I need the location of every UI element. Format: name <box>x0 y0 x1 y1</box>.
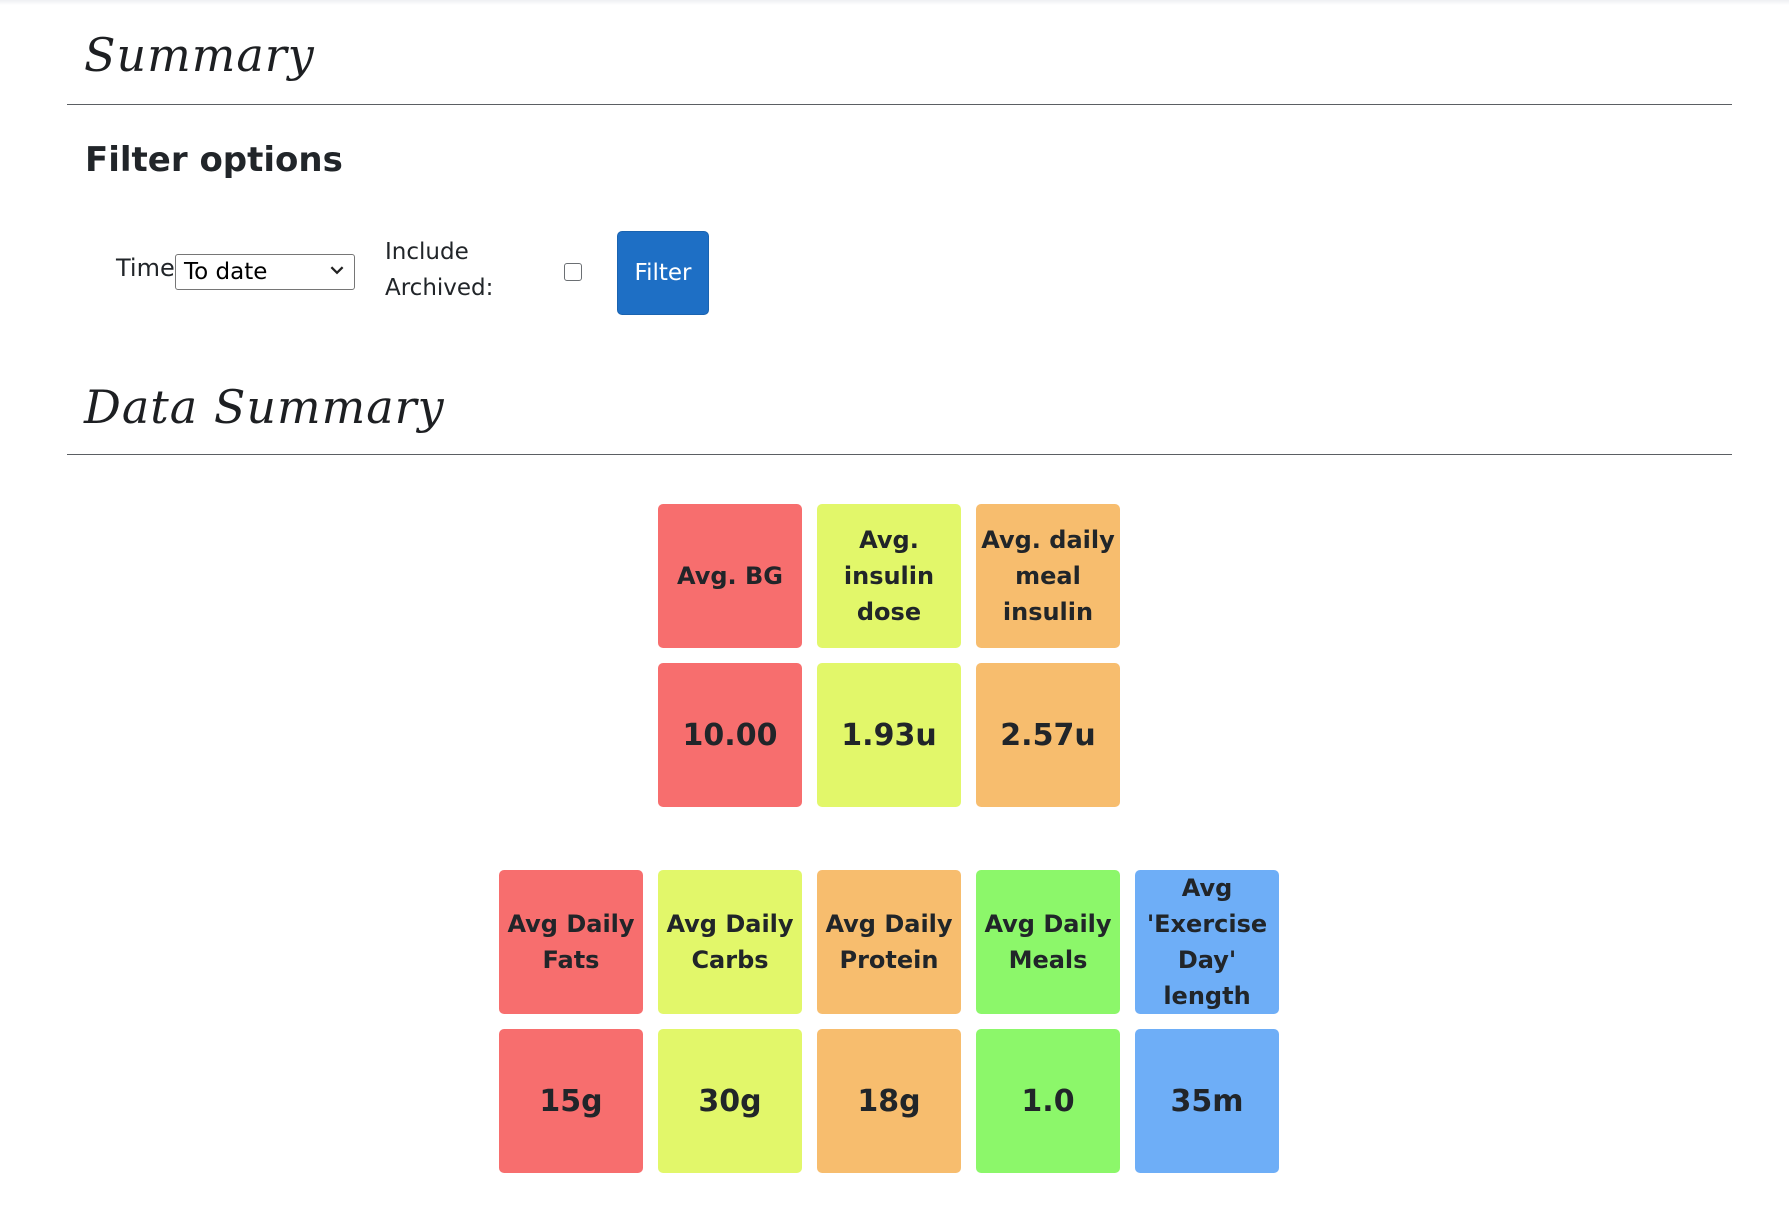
include-archived-label-line2: Archived: <box>385 275 494 301</box>
time-label: Time: <box>116 254 183 282</box>
time-select[interactable]: To date <box>175 254 355 290</box>
stat-value-avg-exercise-day-length: 35m <box>1135 1029 1279 1173</box>
stat-label-avg-bg: Avg. BG <box>658 504 802 648</box>
stat-label-avg-daily-carbs: Avg Daily Carbs <box>658 870 802 1014</box>
stat-label-avg-daily-fats: Avg Daily Fats <box>499 870 643 1014</box>
stat-label-avg-exercise-day-length: Avg 'Exercise Day' length <box>1135 870 1279 1014</box>
stat-value-avg-daily-protein: 18g <box>817 1029 961 1173</box>
filter-options-heading: Filter options <box>85 140 343 180</box>
time-select-value: To date <box>184 259 268 285</box>
data-summary-divider <box>67 454 1732 455</box>
stat-label-avg-insulin-dose: Avg. insulin dose <box>817 504 961 648</box>
stat-label-avg-daily-meal-insulin: Avg. daily meal insulin <box>976 504 1120 648</box>
summary-page: Summary Filter options Time: To date Inc… <box>0 0 1789 1230</box>
include-archived-label: Include Archived: <box>385 234 493 306</box>
data-summary-title: Data Summary <box>84 380 445 434</box>
stat-value-avg-daily-meal-insulin: 2.57u <box>976 663 1120 807</box>
chevron-down-icon <box>330 266 344 275</box>
summary-title: Summary <box>84 28 315 82</box>
include-archived-checkbox[interactable] <box>564 263 582 281</box>
filter-button[interactable]: Filter <box>617 231 709 315</box>
stat-value-avg-daily-carbs: 30g <box>658 1029 802 1173</box>
stat-value-avg-daily-fats: 15g <box>499 1029 643 1173</box>
stat-label-avg-daily-protein: Avg Daily Protein <box>817 870 961 1014</box>
summary-divider <box>67 104 1732 105</box>
include-archived-label-line1: Include <box>385 239 469 265</box>
stat-value-avg-daily-meals: 1.0 <box>976 1029 1120 1173</box>
stat-value-avg-insulin-dose: 1.93u <box>817 663 961 807</box>
stat-label-avg-daily-meals: Avg Daily Meals <box>976 870 1120 1014</box>
top-shadow <box>0 0 1789 5</box>
stat-value-avg-bg: 10.00 <box>658 663 802 807</box>
